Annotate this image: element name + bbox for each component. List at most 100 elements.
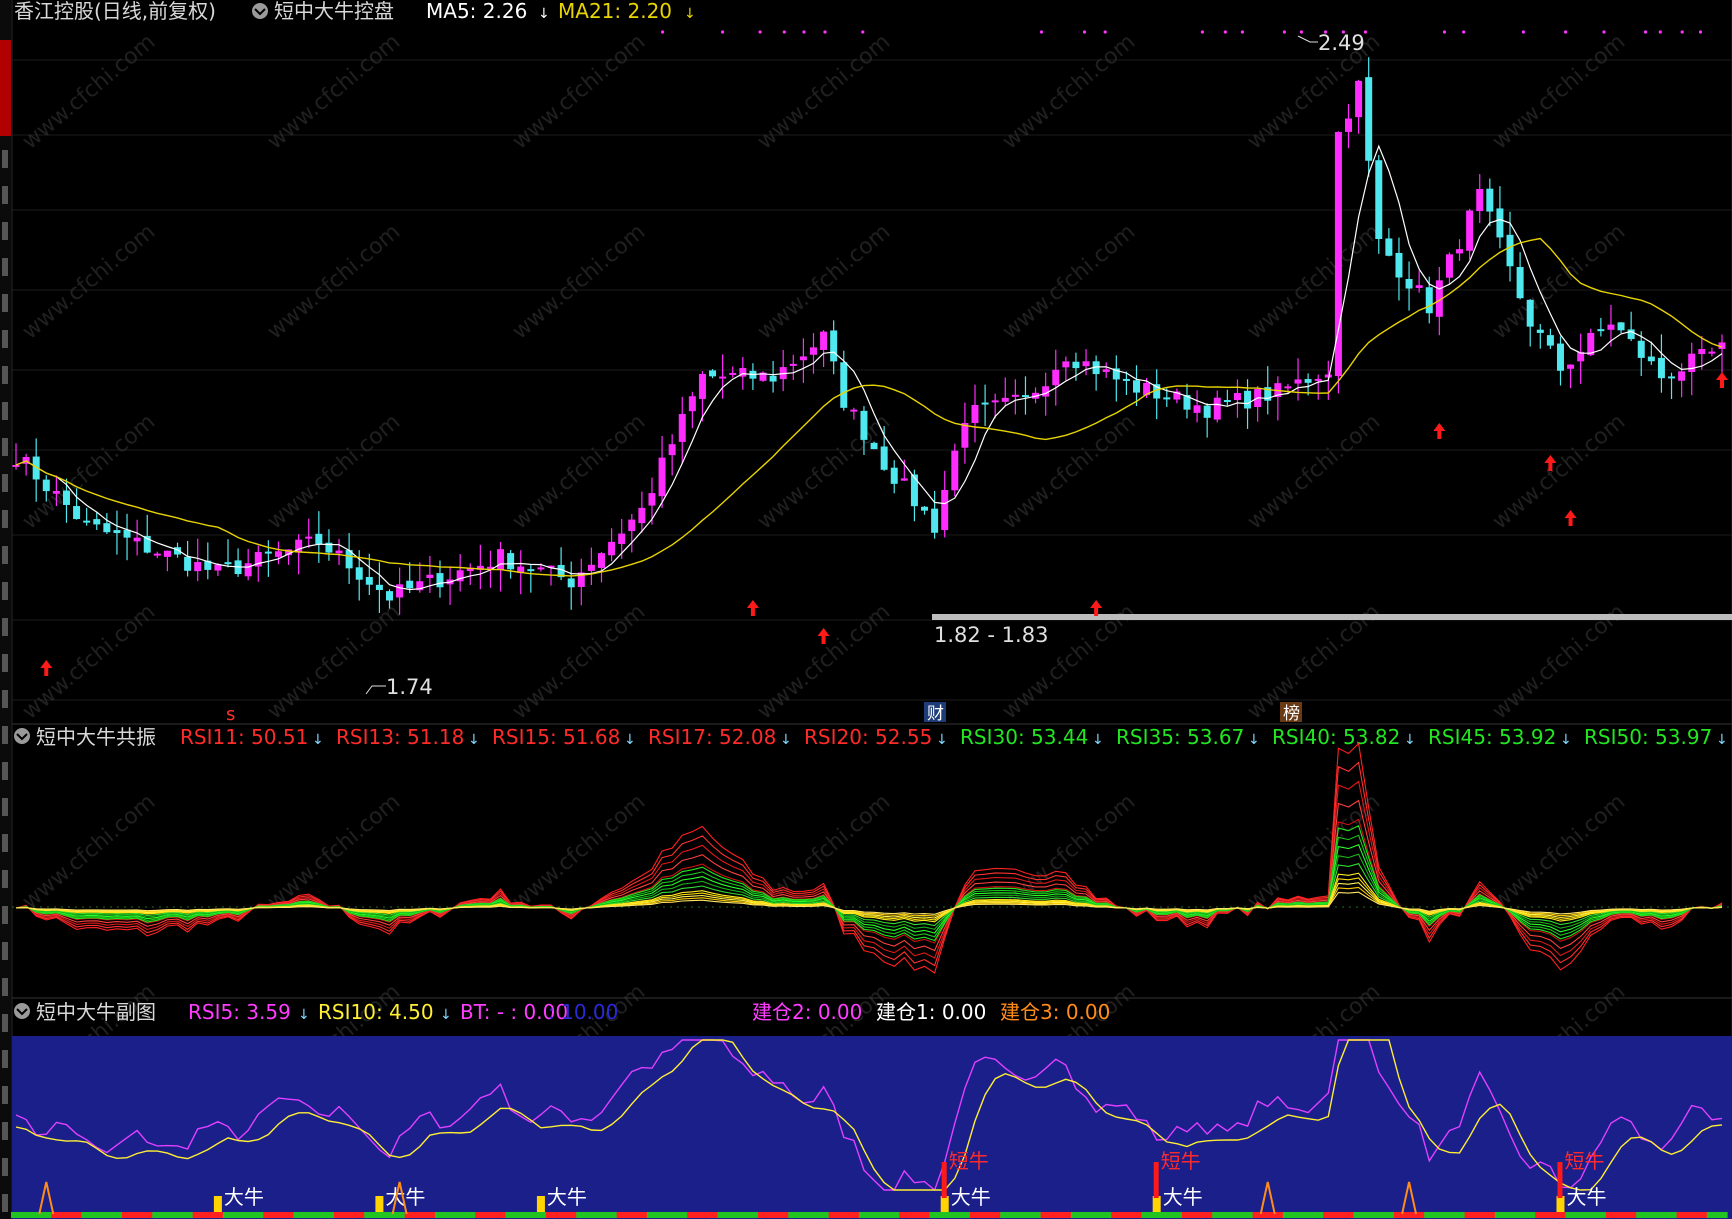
- candle-body: [1213, 397, 1221, 420]
- stock-chart[interactable]: www.cfchi.com www.cfchi.com www.cfchi.com w…: [0, 0, 1732, 1219]
- base-strip-segment: [687, 1212, 698, 1218]
- base-strip-segment: [1595, 1212, 1607, 1218]
- down-arrow-icon: ↓: [624, 732, 636, 748]
- base-strip-segment: [424, 1212, 436, 1218]
- candle-body: [1203, 405, 1211, 418]
- base-strip-segment: [434, 1212, 446, 1218]
- top-signal-dot: [1521, 30, 1525, 34]
- base-strip-segment: [1676, 1212, 1688, 1218]
- down-arrow-icon: ↓: [1560, 732, 1572, 748]
- s-marker: s: [226, 704, 235, 725]
- candle-body: [1647, 356, 1655, 362]
- watermark-text: www.cfchi.com: [508, 219, 650, 344]
- base-strip-segment: [848, 1212, 860, 1218]
- base-strip-segment: [313, 1212, 325, 1218]
- candle-body: [1001, 397, 1009, 402]
- bottom-value-label: 建仓2: 0.00: [752, 1000, 862, 1024]
- toolbar-tab: [2, 150, 8, 168]
- candle-body: [396, 584, 404, 598]
- base-strip-segment: [1282, 1212, 1294, 1218]
- candle-body: [184, 556, 192, 571]
- base-strip-segment: [1171, 1212, 1183, 1218]
- base-strip-segment: [1101, 1212, 1112, 1218]
- base-strip-segment: [1020, 1212, 1032, 1218]
- top-signal-dot: [1643, 30, 1648, 34]
- candle-body: [1082, 361, 1090, 367]
- base-strip-segment: [162, 1212, 174, 1218]
- base-strip-segment: [71, 1212, 83, 1218]
- base-strip-segment: [505, 1212, 517, 1218]
- base-strip-segment: [1070, 1212, 1082, 1218]
- down-arrow-icon: ↓: [780, 732, 792, 748]
- big-bull-signal: 大牛: [1566, 1185, 1606, 1209]
- watermark-text: www.cfchi.com: [508, 599, 650, 724]
- base-strip-segment: [455, 1212, 466, 1218]
- collapse-icon-bottom[interactable]: [14, 1003, 30, 1019]
- big-bull-signal: 大牛: [547, 1185, 587, 1209]
- candle-body: [12, 464, 20, 467]
- base-strip-segment: [202, 1212, 214, 1218]
- top-signal-dot: [1282, 30, 1286, 34]
- toolbar-tab: [2, 1158, 8, 1176]
- base-strip-segment: [1091, 1212, 1102, 1218]
- base-strip-segment: [1202, 1212, 1213, 1218]
- toolbar-tab: [2, 222, 8, 240]
- down-arrow-icon: ↓: [440, 1007, 452, 1023]
- candle-body: [42, 479, 50, 492]
- signal-bar: [1557, 1162, 1563, 1198]
- candle-body: [1102, 369, 1110, 372]
- candle-body: [597, 553, 605, 568]
- base-strip-segment: [1363, 1212, 1375, 1218]
- toolbar-tab: [2, 186, 8, 204]
- base-strip-segment: [495, 1212, 507, 1218]
- bottom-value-label: RSI10: 4.50: [318, 1000, 434, 1024]
- bottom-value-label: RSI5: 3.59: [188, 1000, 291, 1024]
- base-strip-segment: [1222, 1212, 1234, 1218]
- base-strip-segment: [576, 1212, 587, 1218]
- candle-body: [900, 478, 908, 481]
- base-strip-segment: [1232, 1212, 1244, 1218]
- base-strip-segment: [152, 1212, 163, 1218]
- base-strip-segment: [1262, 1212, 1274, 1218]
- base-strip-segment: [909, 1212, 921, 1218]
- top-signal-dot: [1103, 30, 1107, 34]
- candle-body: [1405, 278, 1413, 289]
- base-strip-segment: [1686, 1212, 1698, 1218]
- base-strip-segment: [1484, 1212, 1496, 1218]
- top-signal-dot: [1462, 30, 1466, 34]
- short-bull-signal: 短牛: [1564, 1149, 1604, 1173]
- watermark-text: www.cfchi.com: [18, 789, 160, 914]
- middle-panel-header: 短中大牛共振 RSI11: 50.51 ↓ RSI13: 51.18 ↓ RSI15: …: [14, 725, 1728, 749]
- base-strip-segment: [1192, 1212, 1203, 1218]
- base-strip-segment: [10, 1212, 22, 1218]
- base-strip-segment: [646, 1212, 658, 1218]
- ma21-label: MA21: 2.20: [558, 0, 672, 23]
- collapse-icon-middle[interactable]: [14, 728, 30, 744]
- bottom-value-label: 建仓3: 0.00: [1000, 1000, 1110, 1024]
- watermark-text: www.cfchi.com: [1488, 409, 1630, 534]
- candle-body: [890, 467, 898, 484]
- base-strip-segment: [606, 1212, 618, 1218]
- watermark-text: www.cfchi.com: [1243, 409, 1385, 534]
- finance-marker-text: 财: [927, 704, 944, 724]
- active-tab[interactable]: [0, 40, 11, 136]
- signal-bar: [940, 1196, 949, 1212]
- top-signal-dot: [802, 30, 806, 34]
- base-strip-segment: [959, 1212, 971, 1218]
- base-strip-segment: [1474, 1212, 1486, 1218]
- toolbar-tab: [2, 1194, 8, 1212]
- base-strip-segment: [81, 1212, 93, 1218]
- candle-body: [375, 584, 383, 591]
- base-strip-segment: [1565, 1212, 1577, 1218]
- toolbar-tab: [2, 1086, 8, 1104]
- candle-body: [103, 523, 111, 533]
- candle-body: [840, 362, 848, 408]
- base-strip-segment: [768, 1212, 779, 1218]
- rsi-value-label: RSI40: 53.82: [1272, 725, 1400, 749]
- base-strip-segment: [889, 1212, 900, 1218]
- top-signal-dot: [1082, 30, 1087, 34]
- candle-body: [1163, 397, 1171, 400]
- signal-up-arrow-icon: [1433, 423, 1446, 439]
- candle-body: [961, 423, 969, 448]
- collapse-icon[interactable]: [252, 3, 268, 19]
